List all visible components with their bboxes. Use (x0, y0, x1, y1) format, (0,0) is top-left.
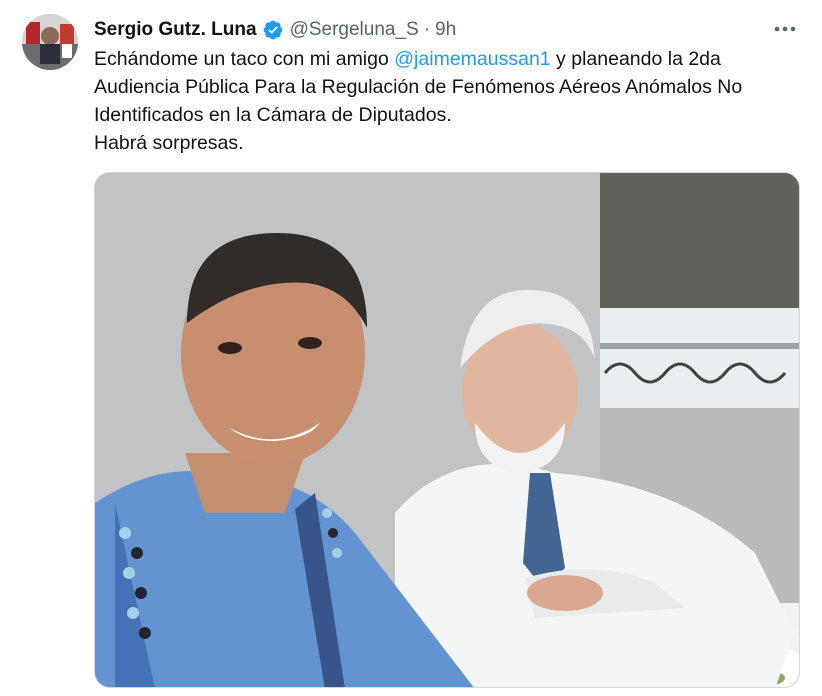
tweet-text-line-2: Audiencia Pública Para la Regulación de … (94, 76, 743, 98)
avatar-image (22, 14, 78, 70)
tweet-text-segment: Echándome un taco con mi amigo (94, 48, 395, 70)
tweet-photo[interactable] (94, 172, 800, 688)
tweet-header: Sergio Gutz. Luna @Sergeluna_S · 9h (94, 16, 802, 44)
tweet-text-segment: y planeando la 2da (550, 48, 721, 70)
more-options-icon (774, 26, 796, 32)
tweet-timestamp[interactable]: 9h (435, 18, 456, 42)
tweet-text-line-1: Echándome un taco con mi amigo @jaimemau… (94, 45, 804, 73)
author-handle[interactable]: @Sergeluna_S (290, 18, 419, 42)
photo-illustration (95, 173, 799, 687)
tweet-text: Echándome un taco con mi amigo @jaimemau… (94, 45, 804, 157)
author-display-name[interactable]: Sergio Gutz. Luna (94, 18, 257, 42)
mention-link[interactable]: @jaimemaussan1 (394, 48, 550, 70)
separator-dot: · (423, 19, 431, 40)
tweet-text-line-3: Identificados en la Cámara de Diputados. (94, 104, 452, 126)
tweet: Sergio Gutz. Luna @Sergeluna_S · 9h Echá… (0, 0, 822, 696)
tweet-text-line-4: Habrá sorpresas. (94, 132, 244, 154)
verified-badge-icon (262, 19, 284, 41)
more-options-button[interactable] (772, 18, 798, 40)
avatar[interactable] (22, 14, 78, 70)
